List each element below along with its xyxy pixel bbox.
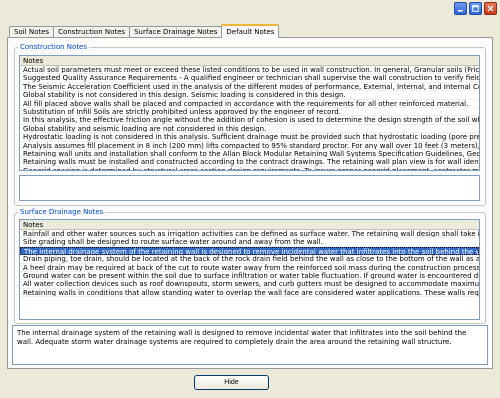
- construction-notes-rows: Actual soil parameters must meet or exce…: [20, 66, 479, 170]
- construction-row[interactable]: Retaining wall units and installation sh…: [20, 150, 479, 159]
- close-icon[interactable]: [484, 2, 497, 15]
- construction-notes-grid[interactable]: Notes Actual soil parameters must meet o…: [19, 55, 480, 171]
- surface-drainage-notes-rows: Rainfall and other water sources such as…: [20, 230, 479, 298]
- surface-drainage-notes-legend: Surface Drainage Notes: [20, 208, 104, 216]
- window-controls: [454, 2, 497, 15]
- minimize-icon[interactable]: [454, 2, 467, 15]
- construction-row[interactable]: Retaining walls must be installed and co…: [20, 158, 479, 167]
- surface-row[interactable]: Drain piping, toe drain, should be locat…: [20, 255, 479, 264]
- construction-row[interactable]: Global stability is not considered in th…: [20, 91, 479, 100]
- notes-window: Soil Notes Construction Notes Surface Dr…: [0, 0, 500, 398]
- construction-row[interactable]: Hydrostatic loading is not considered in…: [20, 133, 479, 142]
- construction-notes-column-header[interactable]: Notes: [20, 56, 479, 66]
- construction-note-detail: [19, 175, 480, 201]
- construction-notes-legend: Construction Notes: [20, 43, 88, 51]
- tab-strip: Soil Notes Construction Notes Surface Dr…: [9, 24, 280, 38]
- surface-drainage-notes-grid[interactable]: Notes Rainfall and other water sources s…: [19, 219, 480, 320]
- construction-row[interactable]: All fill placed above walls shall be pla…: [20, 100, 479, 108]
- surface-row[interactable]: Retaining walls in conditions that allow…: [20, 289, 479, 298]
- construction-row[interactable]: Substitution of Infill Soils are strictl…: [20, 108, 479, 117]
- hide-button[interactable]: Hide: [194, 375, 269, 390]
- surface-drainage-notes-column-header[interactable]: Notes: [20, 220, 479, 230]
- construction-row[interactable]: Suggested Quality Assurance Requirements…: [20, 74, 479, 83]
- construction-row[interactable]: Geogrid spacing is determined by structu…: [20, 167, 479, 170]
- surface-row[interactable]: The internal drainage system of the reta…: [20, 246, 479, 256]
- surface-row[interactable]: Site grading shall be designed to route …: [20, 238, 479, 247]
- construction-row[interactable]: Global stability and seismic loading are…: [20, 125, 479, 134]
- surface-row[interactable]: A heel drain may be required at back of …: [20, 264, 479, 272]
- surface-row[interactable]: Ground water can be present within the s…: [20, 272, 479, 281]
- construction-row[interactable]: Actual soil parameters must meet or exce…: [20, 66, 479, 75]
- construction-row[interactable]: The Seismic Acceleration Coefficient use…: [20, 83, 479, 92]
- surface-drainage-note-detail: The internal drainage system of the reta…: [12, 325, 488, 365]
- tab-default-notes[interactable]: Default Notes: [221, 24, 280, 38]
- surface-row[interactable]: All water collection devices such as roo…: [20, 280, 479, 289]
- construction-row[interactable]: Analysis assumes fill placement in 8 inc…: [20, 142, 479, 150]
- maximize-icon[interactable]: [469, 2, 482, 15]
- construction-row[interactable]: In this analysis, the effective friction…: [20, 116, 479, 125]
- tab-panel: Construction Notes Notes Actual soil par…: [7, 37, 493, 369]
- surface-row[interactable]: Rainfall and other water sources such as…: [20, 230, 479, 239]
